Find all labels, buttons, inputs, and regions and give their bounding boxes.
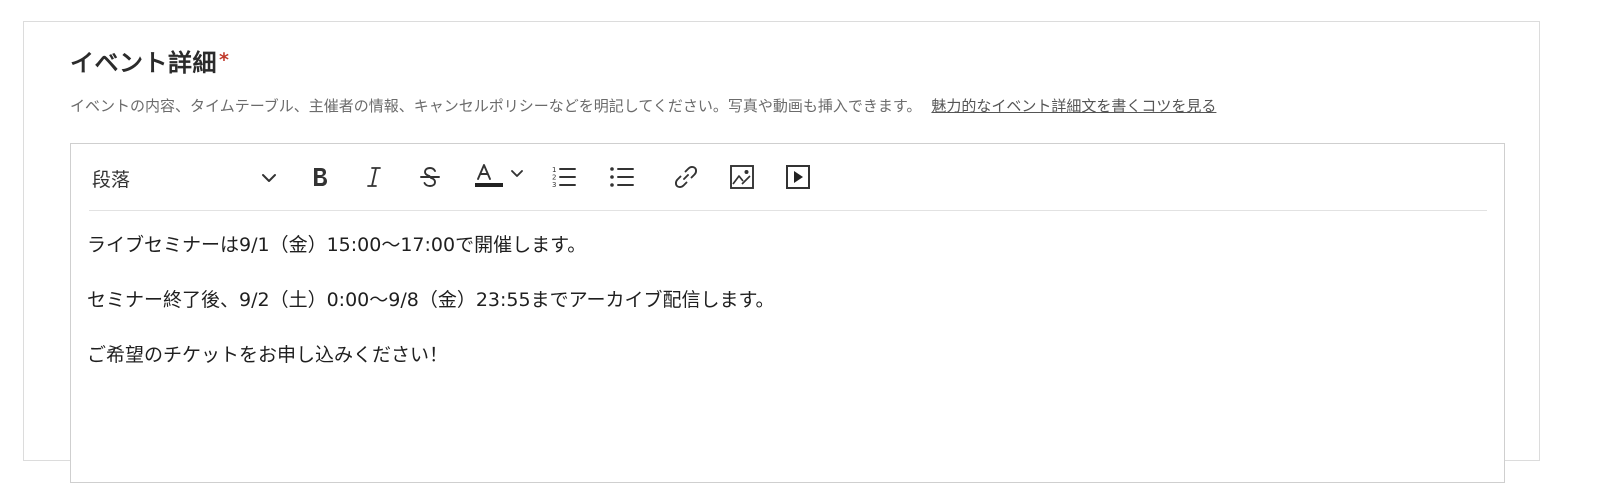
strikethrough-icon xyxy=(418,165,442,189)
block-format-select[interactable]: 段落 xyxy=(89,158,279,198)
bulleted-list-button[interactable] xyxy=(605,160,639,194)
chevron-down-icon xyxy=(259,168,279,188)
bold-button[interactable] xyxy=(303,160,337,194)
required-mark: * xyxy=(219,49,229,71)
italic-icon xyxy=(363,165,385,189)
editor-toolbar: 段落 1 2 3 xyxy=(89,144,1487,211)
paragraph: セミナー終了後、9/2（土）0:00〜9/8（金）23:55までアーカイブ配信し… xyxy=(87,289,775,311)
text-color-icon xyxy=(471,162,529,192)
bulleted-list-icon xyxy=(609,164,635,190)
text-color-button[interactable] xyxy=(471,160,529,194)
link-icon xyxy=(672,163,700,191)
video-icon xyxy=(784,163,812,191)
tips-link[interactable]: 魅力的なイベント詳細文を書くコツを見る xyxy=(931,97,1216,115)
italic-button[interactable] xyxy=(357,160,391,194)
editor-content[interactable]: ライブセミナーは9/1（金）15:00〜17:00で開催します。 セミナー終了後… xyxy=(87,234,1487,399)
numbered-list-icon: 123 xyxy=(551,164,577,190)
insert-image-button[interactable] xyxy=(725,160,759,194)
insert-video-button[interactable] xyxy=(781,160,815,194)
event-details-card: イベント詳細 * イベントの内容、タイムテーブル、主催者の情報、キャンセルポリシ… xyxy=(23,21,1540,483)
section-title: イベント詳細 xyxy=(70,49,217,77)
paragraph: ライブセミナーは9/1（金）15:00〜17:00で開催します。 xyxy=(87,234,587,256)
section-header: イベント詳細 * xyxy=(70,48,229,78)
svg-text:3: 3 xyxy=(552,181,556,189)
help-text-row: イベントの内容、タイムテーブル、主催者の情報、キャンセルポリシーなどを明記してく… xyxy=(70,96,1216,116)
paragraph: ご希望のチケットをお申し込みください！ xyxy=(87,344,449,366)
bold-icon xyxy=(309,165,331,189)
block-format-label: 段落 xyxy=(92,168,131,191)
help-text: イベントの内容、タイムテーブル、主催者の情報、キャンセルポリシーなどを明記してく… xyxy=(70,97,922,115)
rich-text-editor[interactable]: 段落 1 2 3 ライブセミナーは9/1（金）15:00〜17:00で開催します… xyxy=(70,143,1505,483)
numbered-list-button[interactable]: 123 xyxy=(547,160,581,194)
link-button[interactable] xyxy=(669,160,703,194)
image-icon xyxy=(728,163,756,191)
strikethrough-button[interactable] xyxy=(413,160,447,194)
